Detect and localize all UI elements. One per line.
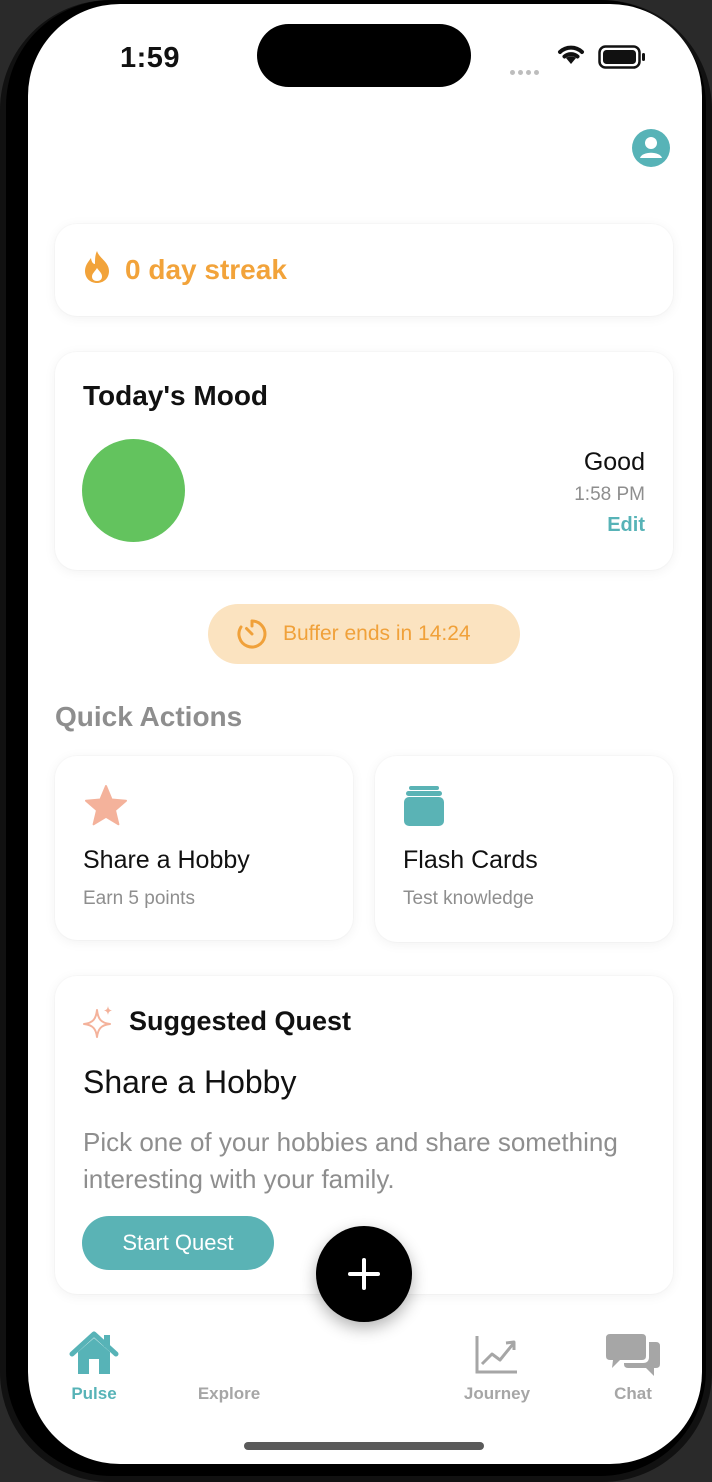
quick-action-subtitle: Earn 5 points: [83, 888, 195, 909]
home-indicator: [244, 1442, 484, 1450]
buffer-timer-text: Buffer ends in 14:24: [283, 622, 471, 645]
cellular-signal-icon: [510, 62, 542, 80]
streak-card: 0 day streak: [55, 224, 673, 316]
cards-icon: [404, 786, 444, 826]
suggested-quest-label: Suggested Quest: [129, 1006, 352, 1036]
mood-title: Today's Mood: [83, 380, 269, 411]
app-screen: 1:59 0 day streak Today's Mood Good 1:58…: [28, 4, 702, 1464]
status-time: 1:59: [120, 42, 181, 74]
quick-action-subtitle: Test knowledge: [403, 888, 534, 909]
device-frame: 1:59 0 day streak Today's Mood Good 1:58…: [0, 0, 712, 1482]
quick-action-title: Share a Hobby: [83, 846, 250, 874]
compass-icon: [174, 1330, 284, 1378]
buffer-timer-badge: Buffer ends in 14:24: [208, 604, 520, 664]
tab-chat[interactable]: Chat: [578, 1330, 688, 1410]
sparkle-icon: [83, 1006, 112, 1038]
start-quest-button[interactable]: Start Quest: [82, 1216, 274, 1270]
dynamic-island: [257, 24, 471, 87]
mood-card: Today's Mood Good 1:58 PM Edit: [55, 352, 673, 570]
star-icon: [85, 785, 127, 826]
wifi-icon: [558, 45, 584, 64]
quick-action-title: Flash Cards: [403, 846, 538, 874]
quest-description: Pick one of your hobbies and share somet…: [83, 1127, 618, 1194]
tab-pulse[interactable]: Pulse: [39, 1330, 149, 1410]
tab-label: Pulse: [71, 1384, 117, 1403]
home-icon: [69, 1331, 119, 1374]
quick-actions-title: Quick Actions: [55, 701, 243, 732]
chart-icon: [475, 1336, 517, 1374]
mood-indicator: [82, 439, 185, 542]
flame-icon: [85, 251, 109, 283]
tab-label: Chat: [614, 1384, 652, 1403]
tab-label: Explore: [197, 1384, 261, 1403]
quest-title: Share a Hobby: [83, 1064, 297, 1100]
battery-icon: [598, 45, 645, 69]
profile-icon[interactable]: [631, 128, 671, 168]
mood-value: Good: [583, 448, 645, 476]
chat-icon: [606, 1334, 660, 1376]
streak-text: 0 day streak: [125, 254, 287, 285]
quick-action-flash-cards[interactable]: Flash Cards Test knowledge: [375, 756, 673, 942]
tab-explore[interactable]: Explore: [174, 1330, 284, 1410]
tab-label: Journey: [463, 1384, 531, 1403]
timer-icon: [237, 619, 267, 649]
mood-edit-button[interactable]: Edit: [607, 514, 645, 537]
quick-action-share-hobby[interactable]: Share a Hobby Earn 5 points: [55, 756, 353, 940]
add-button[interactable]: [316, 1226, 412, 1322]
mood-time: 1:58 PM: [574, 484, 645, 505]
device-bezel: 1:59 0 day streak Today's Mood Good 1:58…: [6, 0, 706, 1476]
tab-journey[interactable]: Journey: [442, 1330, 552, 1410]
